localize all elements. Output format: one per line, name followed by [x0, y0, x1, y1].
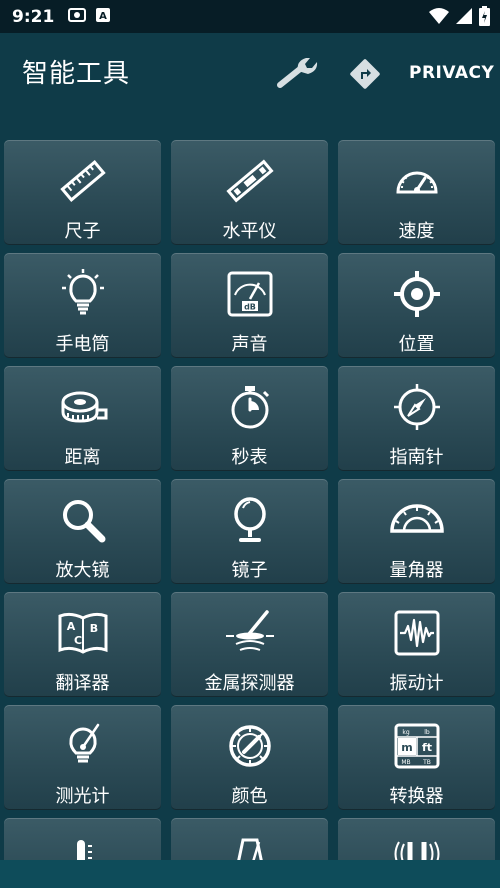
- tool-tile-magnifier[interactable]: 放大镜: [4, 479, 161, 584]
- svg-text:TB: TB: [422, 759, 431, 766]
- metal-detector-icon: [225, 610, 274, 651]
- light-meter-icon: [68, 723, 99, 763]
- bottom-bar: [0, 860, 500, 888]
- direction-sign-icon: [350, 59, 380, 89]
- sound-meter-icon: dB: [227, 271, 272, 317]
- svg-text:B: B: [89, 622, 97, 635]
- magnifier-icon: [62, 500, 105, 543]
- tool-label: 距离: [64, 447, 101, 468]
- privacy-button[interactable]: PRIVACY: [409, 63, 494, 83]
- svg-text:C: C: [73, 634, 81, 647]
- location-target-icon: [393, 271, 440, 317]
- tool-label: 量角器: [389, 560, 444, 581]
- ruler-icon: [59, 160, 106, 202]
- wifi-icon: [429, 7, 449, 29]
- tool-tile-distance[interactable]: 距离: [4, 366, 161, 471]
- color-palette-icon: [228, 725, 271, 767]
- tool-label: 指南针: [389, 447, 444, 468]
- tool-tile-magnet[interactable]: [338, 818, 495, 860]
- stopwatch-icon: [231, 386, 269, 429]
- tool-tile-mirror[interactable]: 镜子: [171, 479, 328, 584]
- tool-tile-thermometer[interactable]: [4, 818, 161, 860]
- svg-text:ft: ft: [421, 741, 431, 754]
- unit-converter-icon: m ft kg lb MB TB: [394, 723, 439, 769]
- tool-label: 放大镜: [55, 560, 110, 581]
- translator-book-icon: A B C: [58, 612, 107, 654]
- svg-text:lb: lb: [424, 729, 430, 736]
- tool-label: 秒表: [231, 447, 268, 468]
- signal-icon: [455, 7, 473, 29]
- tool-label: 声音: [231, 334, 268, 355]
- tool-label: 速度: [398, 221, 435, 242]
- tool-label: 位置: [398, 334, 435, 355]
- screenshot-notification-icon: [68, 7, 87, 27]
- tool-label: 手电筒: [55, 334, 110, 355]
- tool-tile-protractor[interactable]: 量角器: [338, 479, 495, 584]
- share-direction-button[interactable]: [348, 57, 382, 91]
- compass-icon: [393, 384, 440, 430]
- tool-label: 颜色: [231, 786, 268, 807]
- tool-label: 镜子: [231, 560, 268, 581]
- tool-label: 金属探测器: [204, 673, 295, 694]
- svg-text:m: m: [401, 741, 412, 754]
- tool-label: 振动计: [389, 673, 444, 694]
- speedometer-icon: [395, 171, 438, 194]
- page-title: 智能工具: [22, 59, 131, 89]
- tool-tile-location[interactable]: 位置: [338, 253, 495, 358]
- tool-tile-converter[interactable]: m ft kg lb MB TB 转换器: [338, 705, 495, 810]
- status-bar: 9:21 A: [0, 0, 500, 33]
- app-bar: 智能工具 PRIVACY: [0, 33, 500, 113]
- protractor-icon: [389, 504, 444, 533]
- spirit-level-icon: [225, 159, 274, 203]
- tool-tile-stopwatch[interactable]: 秒表: [171, 366, 328, 471]
- tool-label: 翻译器: [55, 673, 110, 694]
- lightbulb-icon: [61, 269, 104, 315]
- tool-label: 尺子: [64, 221, 101, 242]
- tool-tile-sound[interactable]: dB 声音: [171, 253, 328, 358]
- settings-wrench-button[interactable]: [276, 55, 320, 89]
- tool-label: 测光计: [55, 786, 110, 807]
- tool-tile-vibration[interactable]: 振动计: [338, 592, 495, 697]
- tool-label: 转换器: [389, 786, 444, 807]
- battery-icon: [479, 6, 490, 30]
- svg-text:kg: kg: [402, 729, 409, 736]
- tool-tile-color[interactable]: 颜色: [171, 705, 328, 810]
- magnet-icon: [394, 841, 439, 860]
- svg-text:A: A: [66, 620, 75, 633]
- tool-tile-spirit-level[interactable]: 水平仪: [171, 140, 328, 245]
- tool-tile-flashlight[interactable]: 手电筒: [4, 253, 161, 358]
- tape-measure-icon: [61, 391, 107, 423]
- vibration-meter-icon: [394, 610, 439, 656]
- tool-label: 水平仪: [222, 221, 277, 242]
- tool-tile-ruler[interactable]: 尺子: [4, 140, 161, 245]
- wrench-icon: [277, 58, 318, 88]
- tool-tile-light-meter[interactable]: 测光计: [4, 705, 161, 810]
- tool-tile-metal-detector[interactable]: 金属探测器: [171, 592, 328, 697]
- tool-tile-metronome[interactable]: [171, 818, 328, 860]
- status-time: 9:21: [12, 6, 55, 27]
- svg-text:dB: dB: [244, 303, 256, 312]
- svg-text:MB: MB: [401, 759, 410, 766]
- thermometer-icon: [76, 840, 92, 860]
- tool-tile-translator[interactable]: A B C 翻译器: [4, 592, 161, 697]
- svg-text:A: A: [99, 11, 107, 22]
- metronome-icon: [236, 838, 263, 860]
- tool-tile-compass[interactable]: 指南针: [338, 366, 495, 471]
- mirror-icon: [233, 497, 266, 542]
- app-notification-icon: A: [96, 7, 111, 26]
- tools-grid: 尺子 水平仪 速度 手电筒 dB 声音 位置 距离 秒表 指南针 放大镜 镜子 …: [0, 140, 500, 860]
- tool-tile-speed[interactable]: 速度: [338, 140, 495, 245]
